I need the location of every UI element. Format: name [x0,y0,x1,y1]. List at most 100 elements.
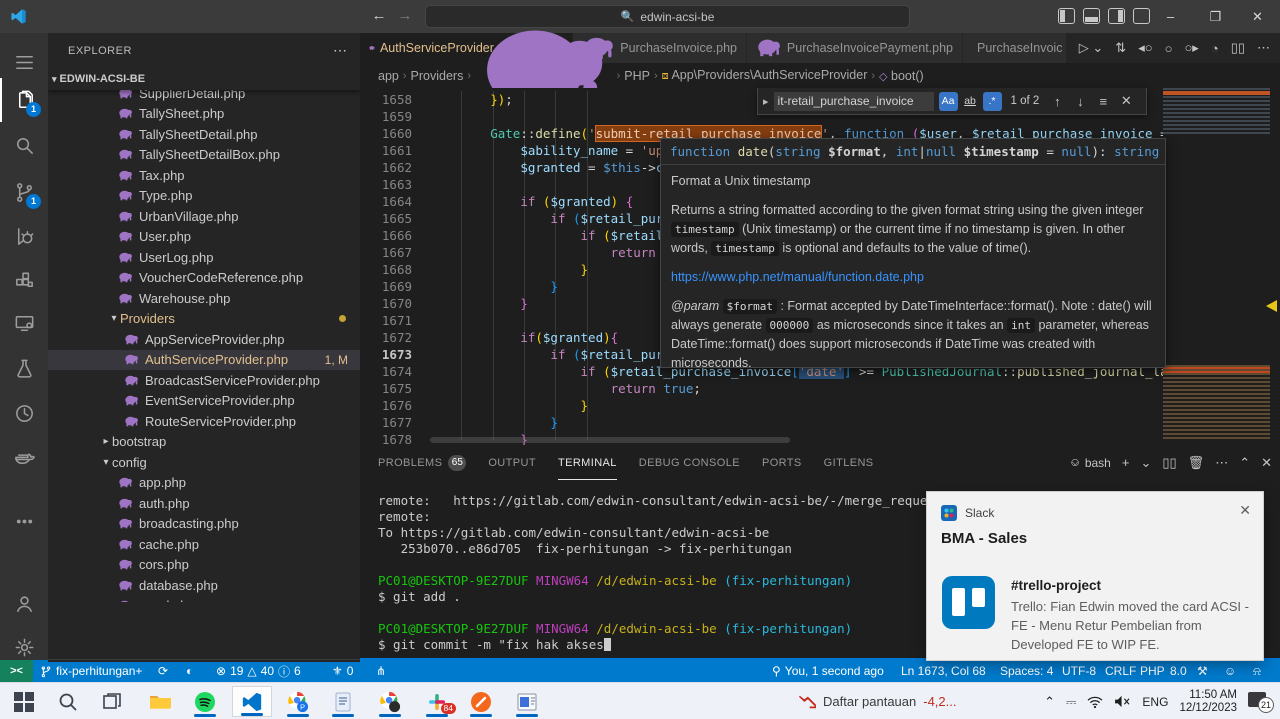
nav-back-button[interactable]: ← [369,6,389,26]
php-version-status[interactable]: 8.0 [1170,660,1187,682]
tree-file-eventserviceprovider-php[interactable]: EventServiceProvider.php [48,391,360,412]
taskbar-file-explorer[interactable] [140,686,180,717]
taskbar-media-app[interactable] [507,686,547,717]
activity-remote-explorer[interactable] [0,301,48,345]
panel-tab-gitlens[interactable]: GITLENS [824,445,874,480]
tree-file-tallysheet-php[interactable]: TallySheet.php [48,104,360,125]
activity-code-time[interactable] [0,391,48,435]
kill-terminal-icon[interactable]: 🗑 [1188,455,1205,471]
git-branch-status[interactable]: fix-perhitungan+ [40,660,142,682]
extension-counter[interactable]: ⚜0 [332,660,353,682]
tree-file-routeserviceprovider-php[interactable]: RouteServiceProvider.php [48,411,360,432]
taskbar-chrome-profile-p[interactable]: P [278,686,318,717]
activity-accounts[interactable] [0,581,48,625]
tab-purchaseinvoicepayment-php[interactable]: PurchaseInvoicePayment.php [747,33,963,63]
remote-indicator[interactable]: >< [0,660,33,682]
activity-explorer[interactable]: 1 [0,78,48,122]
tree-file-warehouse-php[interactable]: Warehouse.php [48,288,360,309]
toast-close-icon[interactable]: ✕ [1239,502,1251,519]
encoding-status[interactable]: UTF-8 [1062,660,1096,682]
toggle-secondary-sidebar-icon[interactable] [1108,8,1125,24]
find-input[interactable]: it-retail_purchase_invoice [774,92,934,111]
tree-file-database-php[interactable]: database.php [48,575,360,596]
terminal-shell-selector[interactable]: ⎉ bash [1070,455,1111,470]
cursor-position[interactable]: Ln 1673, Col 68 [901,660,986,682]
tray-clock[interactable]: 11:50 AM 12/12/2023 [1179,689,1237,715]
tree-file-user-php[interactable]: User.php [48,227,360,248]
activity-search[interactable] [0,123,48,167]
tree-file-vouchercodereference-php[interactable]: VoucherCodeReference.php [48,268,360,289]
panel-tab-terminal[interactable]: TERMINAL [558,445,617,480]
activity-source-control[interactable]: 1 [0,170,48,214]
find-previous-icon[interactable]: ↑ [1048,94,1066,109]
window-restore-button[interactable]: ❐ [1193,0,1238,33]
tree-file-authserviceprovider-php[interactable]: AuthServiceProvider.php1, M [48,350,360,371]
gitlens-status[interactable]: ◐ [186,660,193,682]
find-toggle-whole-word[interactable]: ab [961,92,980,111]
tree-file-userlog-php[interactable]: UserLog.php [48,247,360,268]
run-php-icon[interactable]: ▷ ⌄ [1079,40,1104,56]
terminal-dropdown-icon[interactable]: ⌄ [1140,455,1151,471]
tools-status[interactable]: ⚒ [1197,660,1208,682]
tab-purchaseinvoic[interactable]: PurchaseInvoic [963,33,1067,63]
tree-file-tallysheetdetailbox-php[interactable]: TallySheetDetailBox.php [48,145,360,166]
outline-section[interactable]: ▸ OUTLINE [48,659,360,662]
notification-center-icon[interactable]: 21 [1248,691,1274,713]
wifi-icon[interactable] [1087,696,1103,708]
tree-file-cache-php[interactable]: cache.php [48,534,360,555]
find-toggle-match-case[interactable]: Aa [939,92,958,111]
taskbar-notepad[interactable] [323,686,363,717]
taskbar-spotify[interactable] [185,686,225,717]
tree-file-excel-php[interactable]: excel.php [48,596,360,603]
horizontal-scrollbar[interactable] [430,437,790,443]
previous-change-icon[interactable]: ◂○ [1138,40,1152,56]
input-language[interactable]: ENG [1142,695,1168,709]
tree-folder-providers[interactable]: ▾Providers [48,309,360,330]
panel-tab-output[interactable]: OUTPUT [488,445,536,480]
git-graph-status[interactable]: ⋔ [376,660,386,682]
tree-file-broadcasting-php[interactable]: broadcasting.php [48,514,360,535]
tree-folder-config[interactable]: ▾config [48,452,360,473]
taskbar-task-view[interactable] [92,686,132,717]
taskbar-slack[interactable]: 84 [417,686,457,717]
toggle-panel-icon[interactable] [1083,8,1100,24]
tree-file-appserviceprovider-php[interactable]: AppServiceProvider.php [48,329,360,350]
taskbar-vscode[interactable] [232,686,272,717]
close-panel-icon[interactable]: ✕ [1261,455,1272,471]
tree-file-app-php[interactable]: app.php [48,473,360,494]
activity-more-views[interactable] [0,499,48,543]
window-minimize-button[interactable]: – [1148,0,1193,33]
window-close-button[interactable]: ✕ [1235,0,1280,33]
slack-notification-toast[interactable]: Slack ✕ BMA - Sales #trello-project Trel… [926,491,1264,661]
maximize-panel-icon[interactable]: ⌃ [1239,455,1250,471]
activity-extensions[interactable] [0,258,48,302]
next-change-icon[interactable]: ○▸ [1184,40,1198,56]
breadcrumb-item-2[interactable]: Providers [411,69,464,83]
stocks-widget[interactable]: Daftar pantauan -4,2... [798,683,956,719]
activity-docker[interactable] [0,436,48,480]
workspace-root-folder[interactable]: ▾ EDWIN-ACSI-BE [48,68,360,90]
tray-expand-icon[interactable]: ⌃ [1044,694,1055,710]
tree-file-tallysheetdetail-php[interactable]: TallySheetDetail.php [48,124,360,145]
problems-status[interactable]: ⊗19 △40 ⓘ6 [216,660,301,682]
find-toggle-regex[interactable]: .* [983,92,1002,111]
find-close-icon[interactable]: ✕ [1117,93,1135,109]
command-center-search[interactable]: 🔍 edwin-acsi-be [425,5,910,28]
timeline-icon[interactable]: ◔ [1211,41,1219,56]
indentation-status[interactable]: Spaces: 4 [1000,660,1053,682]
tray-device-icon[interactable]: ⎓ [1066,694,1076,710]
sync-status[interactable]: ⟳ [158,660,168,682]
breadcrumb-item-1[interactable]: app [378,69,399,83]
tree-file-auth-php[interactable]: auth.php [48,493,360,514]
toggle-sidebar-icon[interactable] [1058,8,1075,24]
feedback-status[interactable]: ☺ [1224,660,1236,682]
panel-tab-problems[interactable]: PROBLEMS65 [378,445,466,480]
language-status[interactable]: PHP [1140,660,1165,682]
panel-tab-debug-console[interactable]: DEBUG CONSOLE [639,445,740,480]
explorer-more-actions-icon[interactable]: ⋯ [333,42,348,59]
split-terminal-icon[interactable]: ▯▯ [1162,455,1176,471]
taskbar-start[interactable] [4,686,44,717]
activity-testing[interactable] [0,346,48,390]
nav-forward-button[interactable]: → [395,6,415,26]
split-editor-icon[interactable]: ▯▯ [1231,40,1245,56]
